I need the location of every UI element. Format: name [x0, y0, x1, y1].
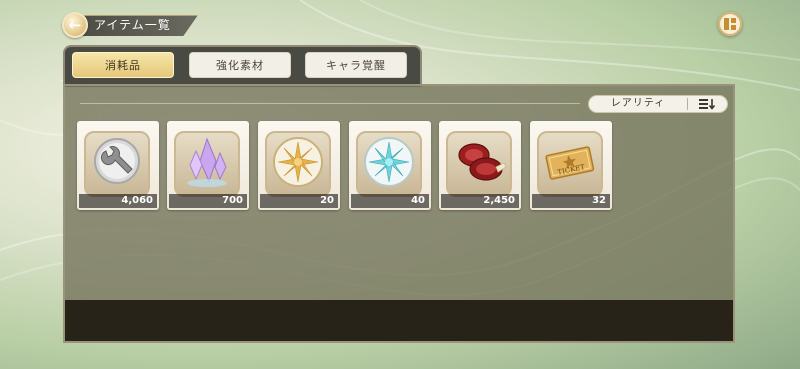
- item-count: 2,450: [441, 194, 519, 208]
- item-count: 32: [532, 194, 610, 208]
- item-count: 4,060: [79, 194, 157, 208]
- icon-frame: [174, 131, 240, 197]
- panel-footer: [65, 300, 733, 341]
- sort-separator: [687, 98, 688, 110]
- divider: [80, 103, 580, 104]
- tab-enhance-materials[interactable]: 強化素材: [189, 52, 291, 78]
- page-title: アイテム一覧: [94, 18, 171, 32]
- sort-order-icon[interactable]: [699, 98, 715, 110]
- grid-menu-icon: [724, 18, 736, 30]
- icon-frame: [265, 131, 331, 197]
- item-card-crystal[interactable]: 700: [167, 121, 249, 210]
- tab-character-awakening[interactable]: キャラ覚醒: [305, 52, 407, 78]
- item-card-gold-medal[interactable]: 20: [258, 121, 340, 210]
- crystal-icon: [187, 137, 227, 187]
- back-arrow-icon: ←: [68, 16, 82, 34]
- tab-consumables[interactable]: 消耗品: [72, 52, 174, 78]
- item-card-steak[interactable]: 2,450: [439, 121, 521, 210]
- menu-button[interactable]: [718, 12, 742, 36]
- item-count: 700: [169, 194, 247, 208]
- icon-frame: [356, 131, 422, 197]
- back-button[interactable]: ←: [62, 12, 88, 38]
- cyan-medal-icon: [364, 137, 414, 187]
- icon-frame: [446, 131, 512, 197]
- wrench-icon: [94, 138, 140, 184]
- ticket-icon: TICKET: [545, 146, 595, 180]
- header: ← アイテム一覧: [62, 12, 200, 38]
- gold-medal-icon: [273, 137, 323, 187]
- icon-frame: TICKET: [537, 131, 603, 197]
- item-card-ticket[interactable]: TICKET 32: [530, 121, 612, 210]
- item-count: 40: [351, 194, 429, 208]
- item-count: 20: [260, 194, 338, 208]
- steak-icon: [458, 143, 507, 181]
- item-card-wrench[interactable]: 4,060: [77, 121, 159, 210]
- icon-frame: [84, 131, 150, 197]
- sort-control[interactable]: レアリティ: [588, 95, 728, 113]
- sort-label[interactable]: レアリティ: [589, 96, 687, 112]
- item-card-cyan-medal[interactable]: 40: [349, 121, 431, 210]
